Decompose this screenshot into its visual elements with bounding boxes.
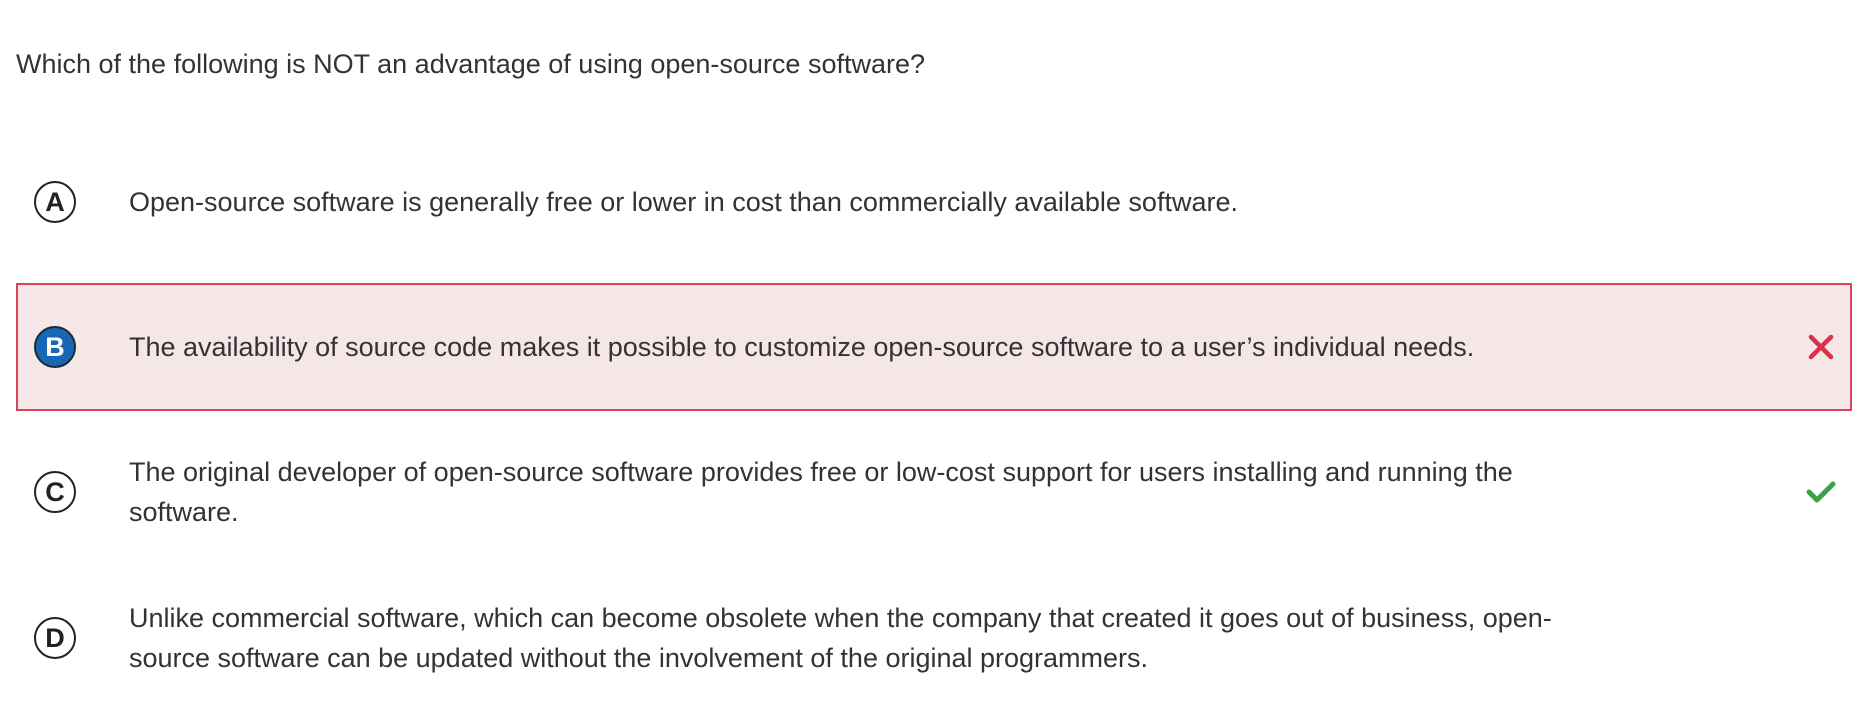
choice-text-a: Open-source software is generally free o… <box>129 187 1238 217</box>
answer-choice-c[interactable]: C The original developer of open-source … <box>16 446 1852 538</box>
choice-letter-a: A <box>34 181 76 223</box>
x-icon <box>1804 330 1838 364</box>
choice-text-b: The availability of source code makes it… <box>129 332 1475 362</box>
choice-text-c: The original developer of open-source so… <box>129 457 1513 527</box>
choice-letter-b: B <box>34 326 76 368</box>
choice-letter-d: D <box>34 617 76 659</box>
answer-choice-a[interactable]: A Open-source software is generally free… <box>16 156 1852 248</box>
choice-letter-c: C <box>34 471 76 513</box>
checkmark-icon <box>1804 475 1838 509</box>
answer-choice-d[interactable]: D Unlike commercial software, which can … <box>16 592 1852 684</box>
choice-text-d: Unlike commercial software, which can be… <box>129 603 1552 673</box>
answer-choice-b[interactable]: B The availability of source code makes … <box>16 283 1852 411</box>
question-text: Which of the following is NOT an advanta… <box>16 49 926 79</box>
